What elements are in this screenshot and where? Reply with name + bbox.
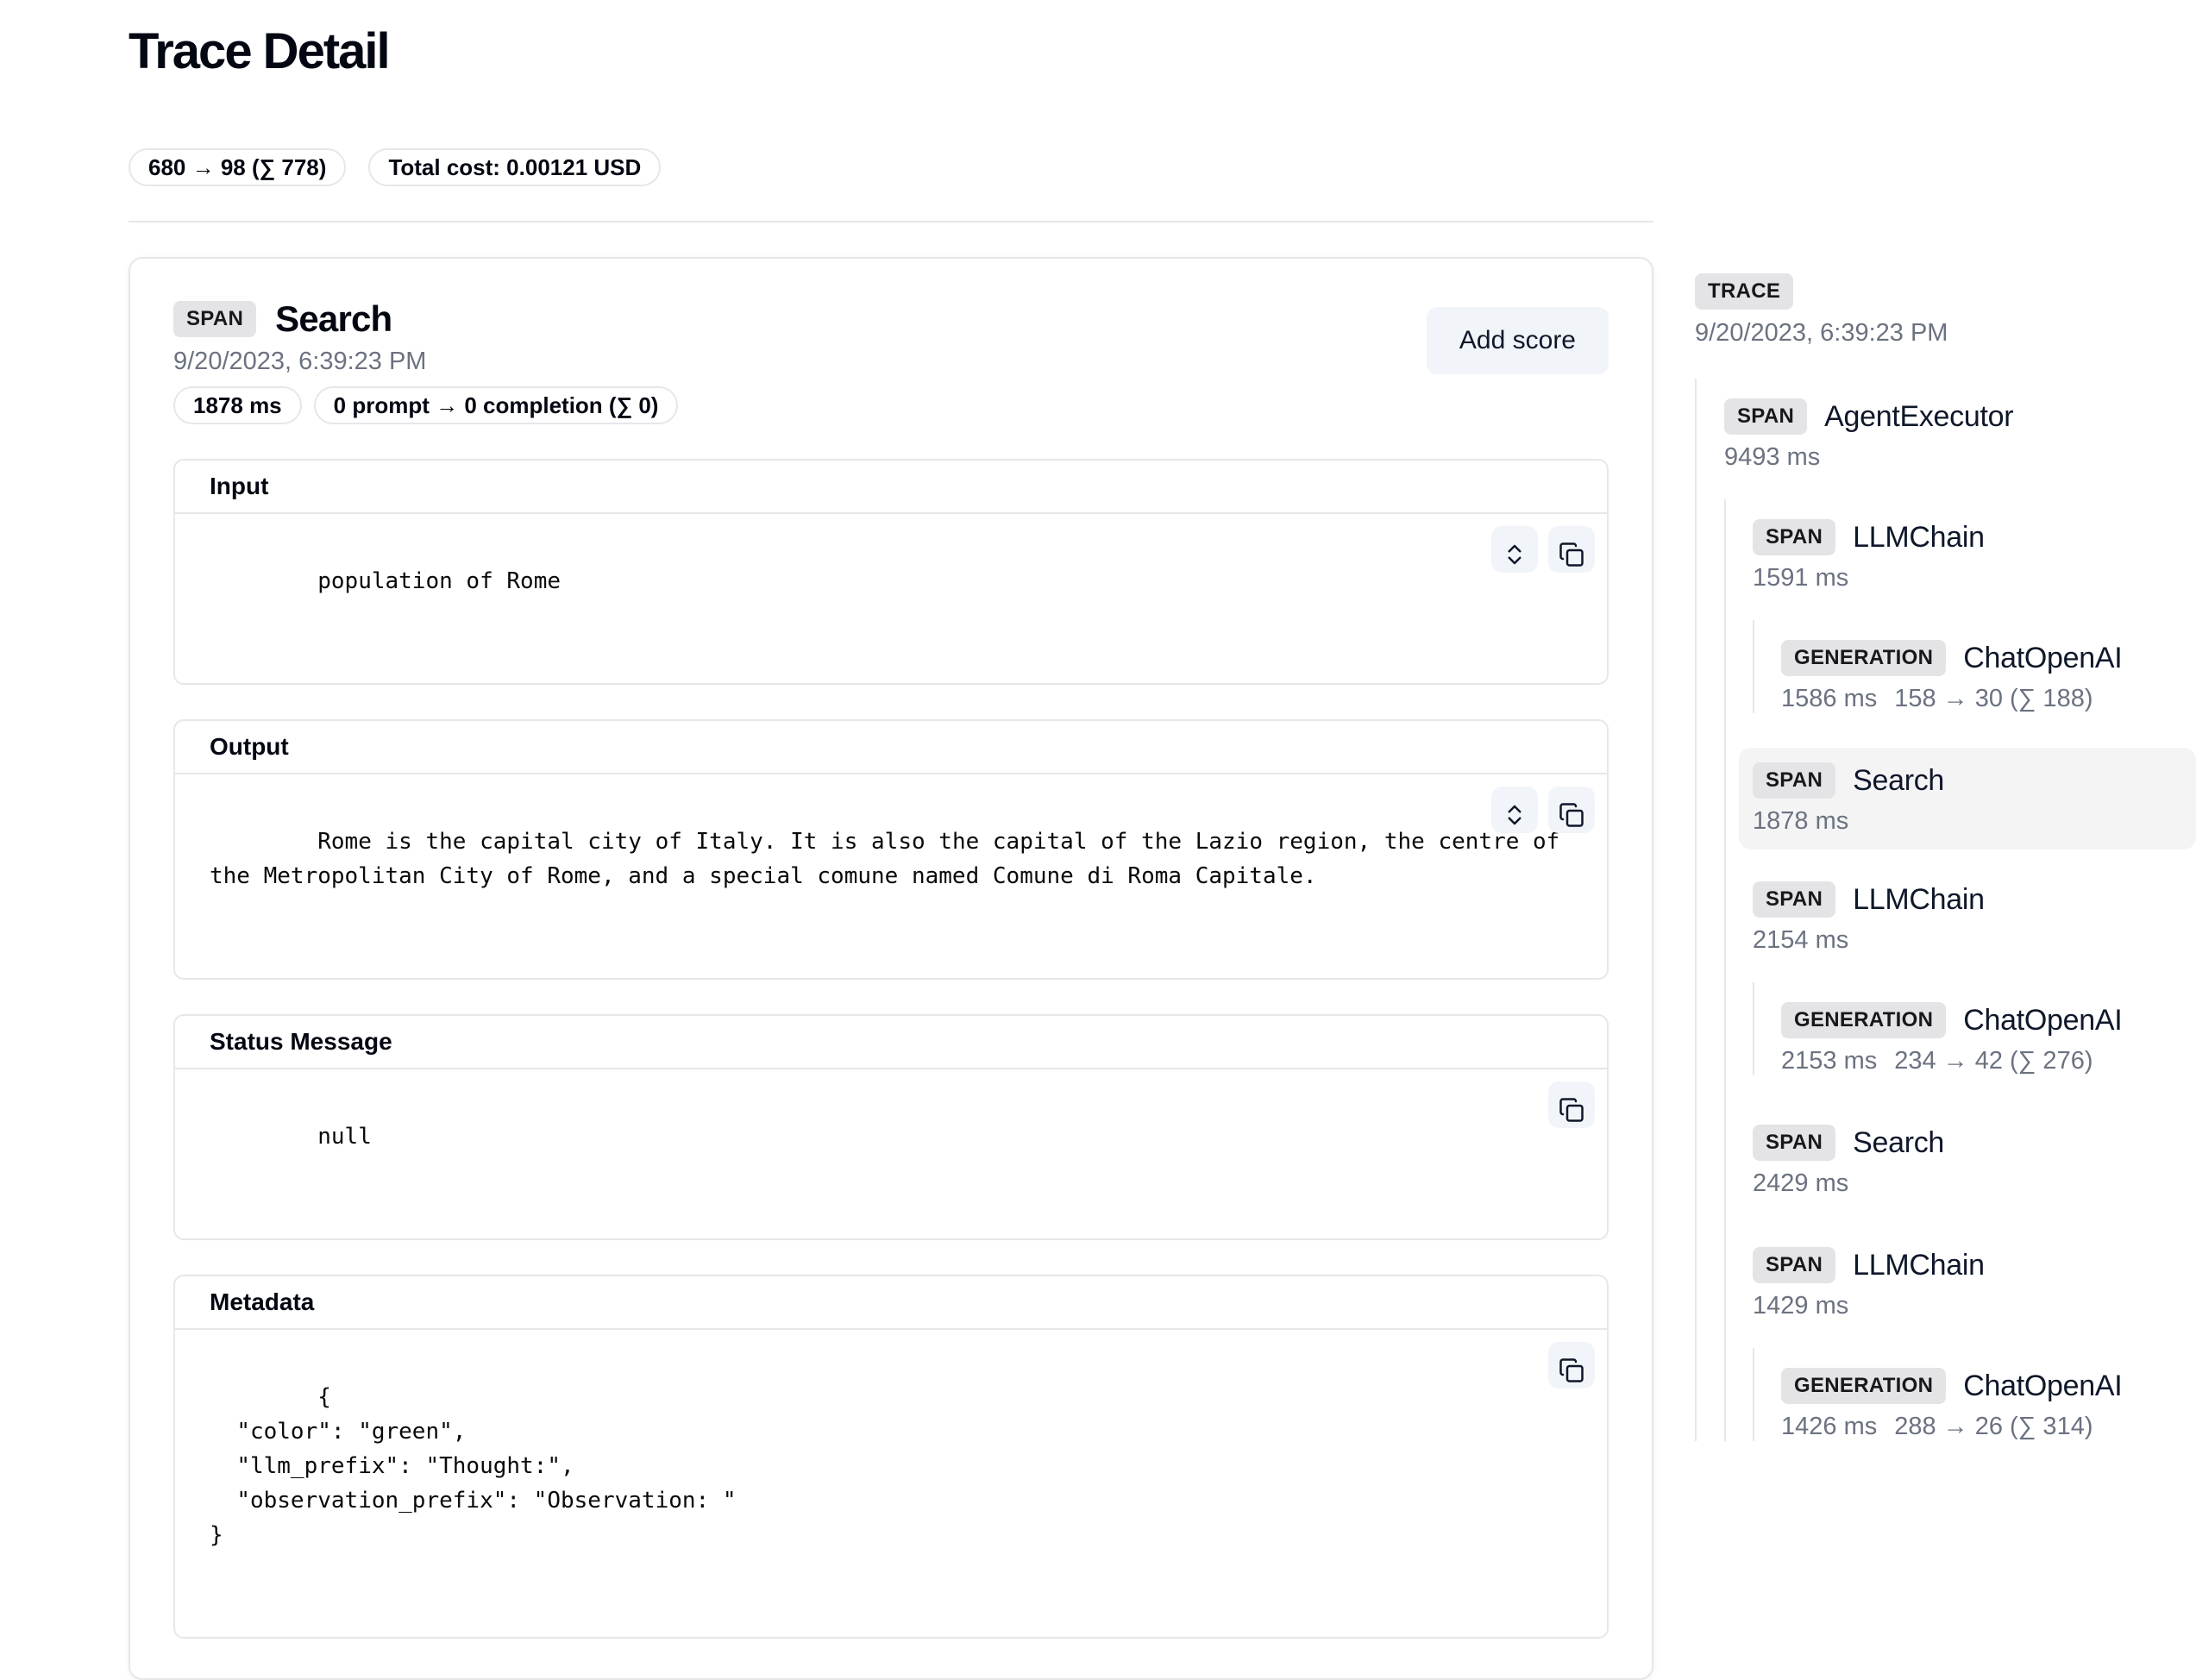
llmchain-3-children: GENERATION ChatOpenAI 1426 ms 288 → 26 (… [1753,1348,2196,1441]
output-section-title: Output [175,721,1607,774]
span-metrics-badges: 1878 ms 0 prompt → 0 completion (∑ 0) [173,386,1609,424]
header-divider [129,221,1653,223]
node-latency: 1878 ms [1753,806,1848,836]
chevrons-up-down-icon [1491,776,1538,843]
span-type-badge: SPAN [173,301,256,337]
metadata-content: { "color": "green", "llm_prefix": "Thoug… [210,1384,737,1548]
tree-node-llmchain-1[interactable]: SPAN LLMChain 1591 ms [1753,518,2196,592]
chevrons-up-down-icon [1491,516,1538,583]
node-latency: 1586 ms [1781,684,1877,713]
tree-node-generation-1[interactable]: GENERATION ChatOpenAI 1586 ms 158 → 30 (… [1781,639,2196,713]
node-latency: 2154 ms [1753,925,1848,955]
node-latency: 2153 ms [1781,1046,1877,1075]
node-latency: 1591 ms [1753,563,1848,592]
copy-icon [1548,1332,1595,1399]
metadata-copy-button[interactable] [1548,1342,1595,1389]
status-content: null [317,1124,372,1150]
output-expand-button[interactable] [1491,787,1538,833]
output-content: Rome is the capital city of Italy. It is… [210,829,1573,889]
page-title: Trace Detail [129,26,1653,78]
node-type-badge: SPAN [1753,1247,1835,1283]
node-type-badge: GENERATION [1781,1368,1946,1404]
trace-timestamp: 9/20/2023, 6:39:23 PM [1695,318,2196,348]
span-title: Search [275,298,392,340]
metadata-section: Metadata { "color": "green", "llm_prefix… [173,1275,1609,1639]
tree-node-search-2[interactable]: SPAN Search 2429 ms [1753,1124,2196,1198]
node-name: LLMChain [1853,518,1985,556]
status-copy-button[interactable] [1548,1081,1595,1128]
node-type-badge: SPAN [1753,1125,1835,1161]
input-content: population of Rome [317,568,561,594]
trace-type-badge: TRACE [1695,273,1793,310]
trace-tree-sidebar: TRACE 9/20/2023, 6:39:23 PM SPAN AgentEx… [1695,273,2196,1441]
input-expand-button[interactable] [1491,526,1538,573]
output-section: Output Rome is the capital city of Italy… [173,719,1609,980]
tree-node-agent-executor[interactable]: SPAN AgentExecutor 9493 ms [1724,398,2196,472]
trace-total-cost-badge: Total cost: 0.00121 USD [368,148,661,186]
trace-summary-badges: 680 → 98 (∑ 778) Total cost: 0.00121 USD [129,148,1653,186]
status-section-title: Status Message [175,1016,1607,1069]
node-name: ChatOpenAI [1963,639,2122,677]
tree-node-generation-3[interactable]: GENERATION ChatOpenAI 1426 ms 288 → 26 (… [1781,1367,2196,1441]
span-latency-badge: 1878 ms [173,386,302,424]
node-name: ChatOpenAI [1963,1001,2122,1039]
node-name: Search [1853,762,1944,799]
node-name: Search [1853,1124,1944,1162]
tree-node-llmchain-2[interactable]: SPAN LLMChain 2154 ms [1753,881,2196,955]
tree-node-generation-2[interactable]: GENERATION ChatOpenAI 2153 ms 234 → 42 (… [1781,1001,2196,1075]
node-type-badge: SPAN [1753,762,1835,799]
metadata-section-title: Metadata [175,1276,1607,1330]
node-type-badge: GENERATION [1781,640,1946,676]
copy-icon [1548,1071,1595,1138]
node-type-badge: GENERATION [1781,1002,1946,1038]
node-token-usage: 158 → 30 (∑ 188) [1894,684,2092,713]
llmchain-2-children: GENERATION ChatOpenAI 2153 ms 234 → 42 (… [1753,982,2196,1075]
tree-node-llmchain-3[interactable]: SPAN LLMChain 1429 ms [1753,1246,2196,1320]
node-name: AgentExecutor [1824,398,2013,436]
add-score-button[interactable]: Add score [1427,307,1609,374]
llmchain-1-children: GENERATION ChatOpenAI 1586 ms 158 → 30 (… [1753,620,2196,713]
trace-token-usage-badge: 680 → 98 (∑ 778) [129,148,346,186]
node-latency: 1429 ms [1753,1291,1848,1320]
node-latency: 2429 ms [1753,1169,1848,1198]
span-timestamp: 9/20/2023, 6:39:23 PM [173,347,1609,376]
tree-node-search-selected[interactable]: SPAN Search 1878 ms [1739,748,2196,849]
output-copy-button[interactable] [1548,787,1595,833]
agent-executor-children: SPAN LLMChain 1591 ms GENERATION [1724,499,2196,1441]
input-copy-button[interactable] [1548,526,1595,573]
input-section: Input population of Rome [173,459,1609,685]
node-name: ChatOpenAI [1963,1367,2122,1405]
node-token-usage: 288 → 26 (∑ 314) [1894,1412,2092,1441]
status-message-section: Status Message null [173,1014,1609,1240]
span-detail-card: SPAN Search 9/20/2023, 6:39:23 PM 1878 m… [129,257,1653,1680]
node-type-badge: SPAN [1753,519,1835,555]
node-latency: 9493 ms [1724,442,1820,472]
node-type-badge: SPAN [1724,398,1807,435]
node-latency: 1426 ms [1781,1412,1877,1441]
span-card-header: SPAN Search [173,298,1609,340]
node-type-badge: SPAN [1753,881,1835,918]
copy-icon [1548,516,1595,583]
input-section-title: Input [175,461,1607,514]
node-name: LLMChain [1853,1246,1985,1284]
span-usage-badge: 0 prompt → 0 completion (∑ 0) [314,386,679,424]
node-name: LLMChain [1853,881,1985,918]
node-token-usage: 234 → 42 (∑ 276) [1894,1046,2092,1075]
observation-tree: SPAN AgentExecutor 9493 ms SPAN LLMChain [1695,379,2196,1441]
main-column: Trace Detail 680 → 98 (∑ 778) Total cost… [129,0,1653,1680]
copy-icon [1548,776,1595,843]
